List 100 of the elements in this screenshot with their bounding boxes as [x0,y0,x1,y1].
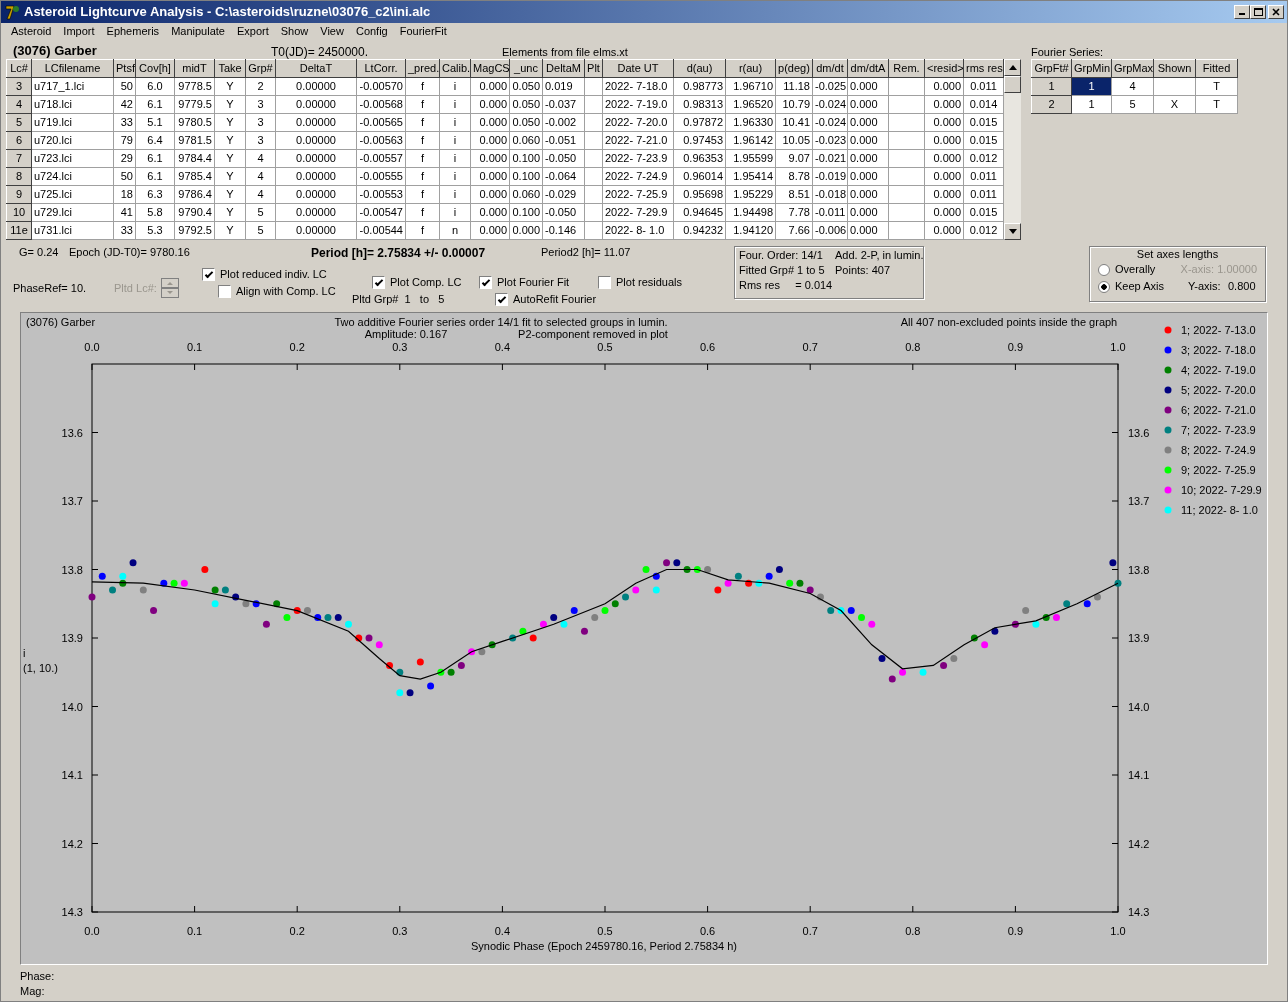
menu-item[interactable]: Show [274,25,315,39]
table-cell: Y [214,77,246,96]
data-point [858,613,865,621]
data-point [827,607,835,615]
column-header[interactable]: d(au) [673,59,726,78]
table-cell: 2022- 8- 1.0 [602,221,674,240]
tick-label: 13.7 [61,495,83,507]
menu-item[interactable]: FourierFit [393,25,453,39]
data-point [1042,613,1050,621]
tick-label: 1.0 [1110,925,1126,937]
table-cell: 5.1 [135,113,175,132]
column-header[interactable]: <resid> [924,59,964,78]
table-cell: 33 [113,221,136,240]
close-button[interactable] [1268,5,1284,19]
menu-item[interactable]: Config [349,25,394,39]
table-cell: -0.023 [812,131,848,150]
data-point [837,607,845,615]
column-header[interactable]: LtCorr. [356,59,406,78]
table-cell: 41 [113,203,136,222]
column-header[interactable]: Rem. [888,59,925,78]
column-header[interactable]: DeltaM [542,59,585,78]
table-cell: 9790.4 [174,203,215,222]
radio-button[interactable]: Overally [1098,263,1181,277]
fit-info-text: Points: 407 [835,264,892,278]
table-cell: 0.98773 [673,77,726,96]
table-cell: 1.94498 [725,203,776,222]
checkbox[interactable]: Plot reduced indiv. LC [202,268,352,282]
checkbox[interactable]: Plot residuals [598,276,683,290]
checkbox[interactable]: Plot Comp. LC [372,276,479,290]
table-cell: i [439,95,471,114]
minimize-button[interactable] [1234,5,1250,19]
table-cell[interactable]: 1 [1071,95,1112,114]
menu-item[interactable]: Asteroid [5,25,58,39]
column-header[interactable]: GrpMin [1071,59,1112,78]
column-header[interactable]: p(deg) [775,59,813,78]
scroll-thumb[interactable] [1004,76,1021,93]
column-header[interactable]: Cov[h] [135,59,175,78]
column-header[interactable]: Grp# [245,59,276,78]
column-header[interactable]: LCfilename [31,59,114,78]
table-cell: u724.lci [31,167,114,186]
column-header[interactable]: Calib. [439,59,471,78]
spinner-icon[interactable] [160,278,179,298]
tick-label: 13.9 [61,632,83,644]
scroll-up-button[interactable] [1004,59,1021,76]
table-cell: 9779.5 [174,95,215,114]
column-header[interactable]: r(au) [725,59,776,78]
column-header[interactable]: GrpFt# [1031,59,1072,78]
column-header[interactable]: DeltaT [275,59,357,78]
menu-item[interactable]: View [314,25,350,39]
fourier-series-label: Fourier Series: [1031,44,1105,59]
column-header[interactable]: Fitted [1195,59,1238,78]
table-cell: 0.000 [924,149,964,168]
table-cell: u720.lci [31,131,114,150]
table-cell: 0.95698 [673,185,726,204]
table-cell: 0.000 [470,95,510,114]
axis-length-value: 1.00000 [1217,263,1257,277]
asteroid-name: (3076) Garber [12,43,98,59]
column-header[interactable]: Date UT [602,59,674,78]
table-cell: 0.000 [847,149,889,168]
scroll-down-button[interactable] [1004,223,1021,240]
data-point [775,566,783,573]
checkbox[interactable]: Plot Fourier Fit [479,276,598,290]
column-header[interactable]: Take [214,59,246,78]
column-header[interactable]: Ptsf [113,59,136,78]
tick-label: 13.9 [1128,632,1150,644]
tick-label: 14.0 [1128,700,1150,713]
column-header[interactable]: dm/dtA [847,59,889,78]
table-cell: 0.011 [963,167,1004,186]
table-cell: 0.000 [924,113,964,132]
table-cell: f [405,221,440,240]
column-header[interactable]: Shown [1153,59,1196,78]
column-header[interactable]: midT [174,59,215,78]
maximize-button[interactable] [1250,5,1266,19]
table-cell: 79 [113,131,136,150]
tick-label: 13.6 [61,426,83,439]
column-header[interactable]: _unc [509,59,543,78]
table-cell: 2022- 7-25.9 [602,185,674,204]
data-point [324,613,332,621]
table-cell: 6.1 [135,95,175,114]
table-cell: 5 [1111,95,1154,114]
phaseref-value: PhaseRef= 10. [12,281,88,296]
table-cell: 1.95599 [725,149,776,168]
table-cell: 0.015 [963,203,1004,222]
menu-item[interactable]: Ephemeris [100,25,166,39]
table-cell: 0.000 [924,77,964,96]
column-header[interactable]: GrpMax [1111,59,1154,78]
checkbox[interactable]: AutoRefit Fourier [495,293,598,307]
radio-button[interactable]: Keep Axis [1098,280,1188,294]
column-header[interactable]: dm/dt [812,59,848,78]
menu-item[interactable]: Manipulate [165,25,231,39]
checkbox[interactable]: Align with Comp. LC [218,285,352,299]
legend-label: 4; 2022- 7-19.0 [1181,364,1256,376]
table-cell: 1.96710 [725,77,776,96]
column-header[interactable]: MagCS [470,59,510,78]
column-header[interactable]: _pred. [405,59,440,78]
column-header[interactable]: Lc# [6,59,32,78]
menu-item[interactable]: Import [57,25,101,39]
menu-item[interactable]: Export [230,25,275,39]
column-header[interactable]: rms res [963,59,1004,78]
tick-label: 0.9 [1007,925,1024,937]
